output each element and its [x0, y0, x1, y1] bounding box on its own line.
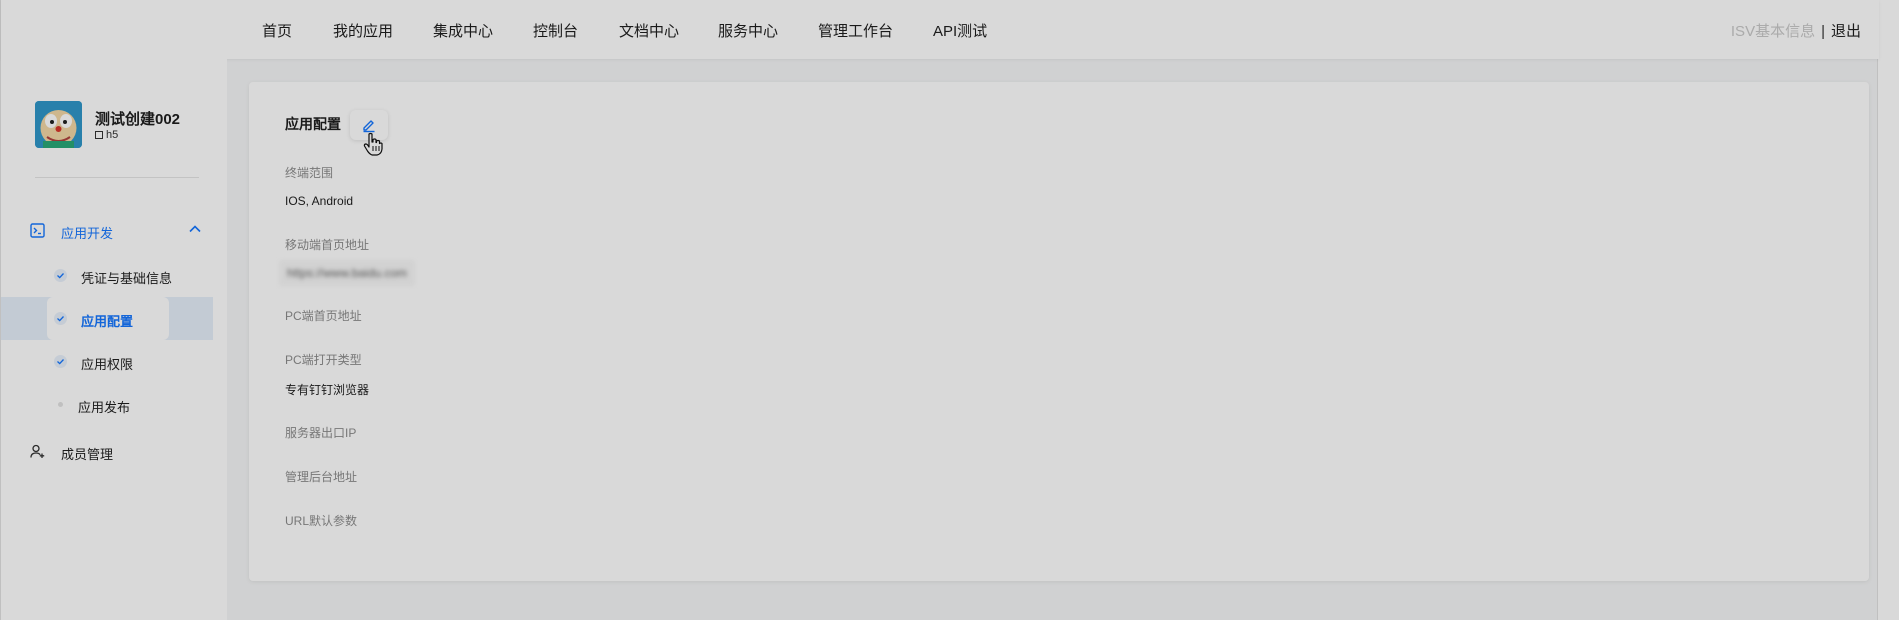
pending-dot-icon: [58, 402, 63, 407]
sidebar-divider: [35, 177, 199, 178]
logout-link[interactable]: 退出: [1831, 23, 1861, 40]
nav-docs-center[interactable]: 文档中心: [619, 20, 679, 41]
field-label-terminal-scope: 终端范围: [285, 166, 334, 180]
check-icon: [54, 269, 67, 282]
sidebar-item-credentials[interactable]: 凭证与基础信息: [1, 254, 213, 297]
pencil-icon: [363, 120, 375, 133]
sidebar-item-label: 应用发布: [78, 400, 131, 415]
check-icon: [54, 355, 67, 368]
app-type: h5: [95, 129, 118, 141]
field-label-url-default-params: URL默认参数: [285, 514, 358, 528]
field-label-server-egress-ip: 服务器出口IP: [285, 426, 357, 440]
field-value-mobile-home-url: https://www.baidu.com: [279, 260, 416, 286]
app-avatar: [35, 101, 82, 148]
field-label-admin-url: 管理后台地址: [285, 470, 358, 484]
app-name: 测试创建002: [95, 111, 181, 128]
nav-integration-center[interactable]: 集成中心: [433, 20, 493, 41]
app-summary: 测试创建002 h5: [35, 101, 225, 151]
check-icon: [54, 312, 67, 325]
app-frame: 首页 我的应用 集成中心 控制台 文档中心 服务中心 管理工作台 API测试 I…: [0, 0, 1879, 620]
sidebar-group-label: 应用开发: [61, 226, 114, 241]
field-value-terminal-scope: IOS, Android: [285, 194, 354, 208]
sidebar-item-label: 应用配置: [81, 314, 134, 329]
nav-console[interactable]: 控制台: [533, 20, 578, 41]
field-label-pc-open-type: PC端打开类型: [285, 353, 362, 367]
user-add-icon: [30, 444, 45, 458]
app-type-label: h5: [106, 129, 119, 141]
field-value-pc-open-type: 专有钉钉浏览器: [285, 383, 370, 397]
field-label-pc-home-url: PC端首页地址: [285, 309, 362, 323]
chevron-up-icon[interactable]: [187, 221, 203, 237]
app-type-icon: [95, 131, 103, 139]
sidebar: 测试创建002 h5 应用开发 凭证与基础信息 应用配置 应用权限 应用发布 成…: [1, 59, 227, 620]
app-config-card: 应用配置 终端范围 IOS, Android 移动端首页地址 https://w…: [249, 82, 1869, 581]
sidebar-group-app-dev[interactable]: 应用开发: [1, 213, 213, 247]
nav-my-apps[interactable]: 我的应用: [333, 20, 393, 41]
sidebar-item-label: 凭证与基础信息: [81, 271, 173, 286]
field-label-mobile-home-url: 移动端首页地址: [285, 238, 370, 252]
sidebar-item-app-permissions[interactable]: 应用权限: [1, 340, 213, 383]
isv-info-link[interactable]: ISV基本信息: [1731, 23, 1815, 40]
nav-admin-workbench[interactable]: 管理工作台: [818, 20, 893, 41]
hand-cursor-icon: [363, 132, 383, 156]
nav-api-test[interactable]: API测试: [933, 20, 987, 41]
top-nav: 首页 我的应用 集成中心 控制台 文档中心 服务中心 管理工作台 API测试 I…: [1, 0, 1879, 59]
nav-home[interactable]: 首页: [262, 20, 292, 41]
sidebar-item-app-release[interactable]: 应用发布: [1, 383, 213, 426]
card-title: 应用配置: [285, 116, 341, 132]
sidebar-item-app-config[interactable]: 应用配置: [1, 297, 213, 340]
nav-account-area: ISV基本信息 | 退出: [1731, 20, 1861, 41]
nav-separator: |: [1821, 23, 1825, 40]
sidebar-item-label: 应用权限: [81, 357, 134, 372]
sidebar-item-members[interactable]: 成员管理: [1, 434, 213, 468]
terminal-icon: [30, 223, 45, 238]
nav-service-center[interactable]: 服务中心: [718, 20, 778, 41]
sidebar-item-label: 成员管理: [61, 447, 114, 462]
